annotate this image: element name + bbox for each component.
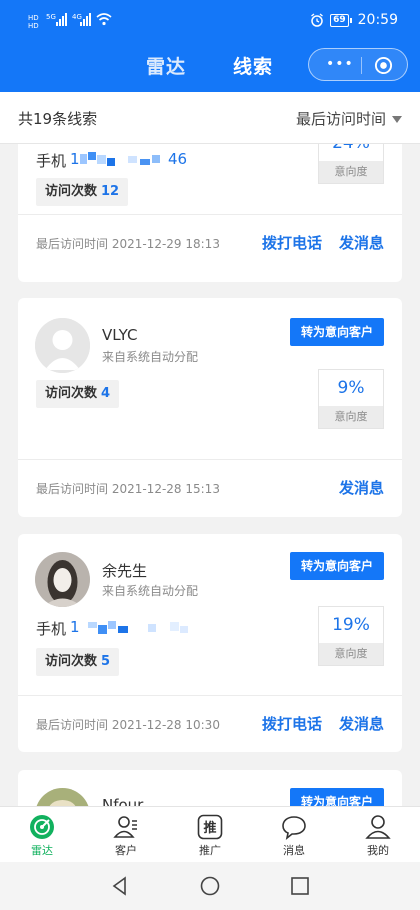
sim2-label: HD [28, 22, 39, 30]
lead-name: VLYC [102, 326, 138, 344]
message-icon [282, 816, 306, 840]
phone-head: 1 [70, 618, 80, 636]
phone-head: 1 [70, 150, 80, 168]
intent-score: 19% 意向度 [318, 606, 384, 666]
visit-label: 访问次数 [45, 184, 98, 199]
nav-message-label: 消息 [283, 844, 305, 857]
lead-count: 共19条线索 [18, 110, 98, 128]
phone-redaction [80, 152, 160, 166]
visit-count: 访问次数 5 [36, 648, 120, 676]
top-bar: HD HD 5G 4G 69 20:59 雷达 线索 ••• [0, 0, 420, 92]
intent-label: 意向度 [319, 406, 383, 428]
radar-icon [30, 815, 54, 839]
status-bar: HD HD 5G 4G 69 20:59 [0, 0, 420, 44]
back-icon[interactable] [110, 876, 130, 896]
lead-source: 来自系统自动分配 [102, 584, 199, 598]
phone-label: 手机 [36, 620, 67, 638]
visit-label: 访问次数 [45, 654, 98, 669]
wifi-icon [96, 13, 112, 26]
convert-to-customer-button[interactable]: 转为意向客户 [290, 788, 384, 806]
visit-count: 访问次数 12 [36, 178, 129, 206]
lead-card[interactable]: 手机 1 46 访问次数12 24% 意向度 最后访问时间 2021-12-29… [18, 144, 402, 282]
user-photo-icon [35, 788, 90, 806]
nav-radar-label: 雷达 [31, 844, 53, 857]
customer-icon [113, 816, 137, 838]
avatar [35, 318, 90, 373]
network-5g-label: 5G [46, 13, 56, 21]
miniprogram-capsule: ••• [308, 48, 408, 81]
intent-score: 24% 意向度 [318, 144, 384, 184]
visit-number: 5 [101, 654, 111, 669]
lead-card[interactable]: Nfour 转为意向客户 [18, 770, 402, 806]
convert-to-customer-button[interactable]: 转为意向客户 [290, 318, 384, 346]
phone-label: 手机 [36, 152, 67, 170]
message-button[interactable]: 发消息 [339, 477, 384, 498]
status-right: 69 20:59 [310, 12, 398, 28]
lead-list[interactable]: 手机 1 46 访问次数12 24% 意向度 最后访问时间 2021-12-29… [0, 144, 420, 806]
intent-score: 9% 意向度 [318, 369, 384, 429]
convert-to-customer-button[interactable]: 转为意向客户 [290, 552, 384, 580]
sort-dropdown[interactable]: 最后访问时间 [296, 108, 402, 129]
promote-icon: 推 [197, 814, 223, 840]
lead-source: 来自系统自动分配 [102, 350, 199, 364]
user-photo-icon [35, 552, 90, 607]
sim1-label: HD [28, 14, 39, 22]
intent-label: 意向度 [319, 643, 383, 665]
intent-percent: 24% [319, 144, 383, 153]
lead-card[interactable]: VLYC 来自系统自动分配 转为意向客户 访问次数 4 9% 意向度 最后访问时间… [18, 298, 402, 517]
visit-label: 访问次数 [45, 386, 98, 401]
caret-down-icon [392, 116, 402, 123]
last-visit-time: 最后访问时间 2021-12-28 10:30 [36, 718, 220, 732]
nav-profile[interactable]: 我的 [348, 814, 408, 858]
nav-customer[interactable]: 客户 [96, 814, 156, 858]
clock: 20:59 [357, 12, 398, 28]
sort-label: 最后访问时间 [295, 110, 386, 128]
avatar [35, 552, 90, 607]
tab-radar[interactable]: 雷达 [146, 52, 186, 79]
visit-number: 4 [101, 386, 111, 401]
nav-profile-label: 我的 [367, 844, 389, 857]
sim-indicator: HD HD [28, 14, 39, 30]
intent-label: 意向度 [319, 161, 383, 183]
signal-icon-2 [80, 12, 91, 26]
home-icon[interactable] [200, 876, 220, 896]
lead-name: Nfour [102, 796, 144, 806]
message-button[interactable]: 发消息 [339, 713, 384, 734]
phone-redaction [88, 621, 188, 634]
nav-promote[interactable]: 推 推广 [180, 814, 240, 858]
tab-leads[interactable]: 线索 [233, 52, 273, 79]
visit-count: 访问次数 4 [36, 380, 120, 408]
more-icon[interactable]: ••• [326, 57, 354, 71]
battery-level: 69 [330, 13, 349, 27]
alarm-icon [311, 13, 324, 27]
last-visit-time: 最后访问时间 2021-12-29 18:13 [36, 237, 220, 251]
phone-tail: 46 [168, 150, 188, 168]
profile-icon [365, 815, 391, 839]
nav-customer-label: 客户 [115, 844, 137, 857]
call-button[interactable]: 拨打电话 [262, 232, 322, 253]
close-target-icon[interactable] [374, 56, 393, 75]
call-button[interactable]: 拨打电话 [262, 713, 322, 734]
intent-percent: 9% [337, 378, 365, 398]
default-avatar-icon [35, 318, 90, 373]
nav-message[interactable]: 消息 [264, 814, 324, 858]
intent-percent: 19% [332, 615, 370, 635]
nav-promote-label: 推广 [199, 844, 221, 857]
filter-bar: 共19条线索 最后访问时间 [0, 92, 420, 144]
lead-card[interactable]: 余先生 来自系统自动分配 转为意向客户 手机 1 访问次数 5 19% 意向度 最… [18, 534, 402, 752]
last-visit-time: 最后访问时间 2021-12-28 15:13 [36, 482, 220, 496]
bottom-nav: 雷达 客户 推 推广 消息 我的 [0, 806, 420, 862]
signal-icon [56, 12, 67, 26]
message-button[interactable]: 发消息 [339, 232, 384, 253]
visit-number: 12 [101, 184, 120, 199]
avatar [35, 788, 90, 806]
lead-name: 余先生 [102, 562, 148, 580]
battery-icon: 69 [330, 13, 352, 27]
nav-radar[interactable]: 雷达 [12, 814, 72, 858]
promote-glyph: 推 [203, 820, 216, 836]
system-nav-bar [0, 862, 420, 910]
recents-icon[interactable] [290, 876, 310, 896]
